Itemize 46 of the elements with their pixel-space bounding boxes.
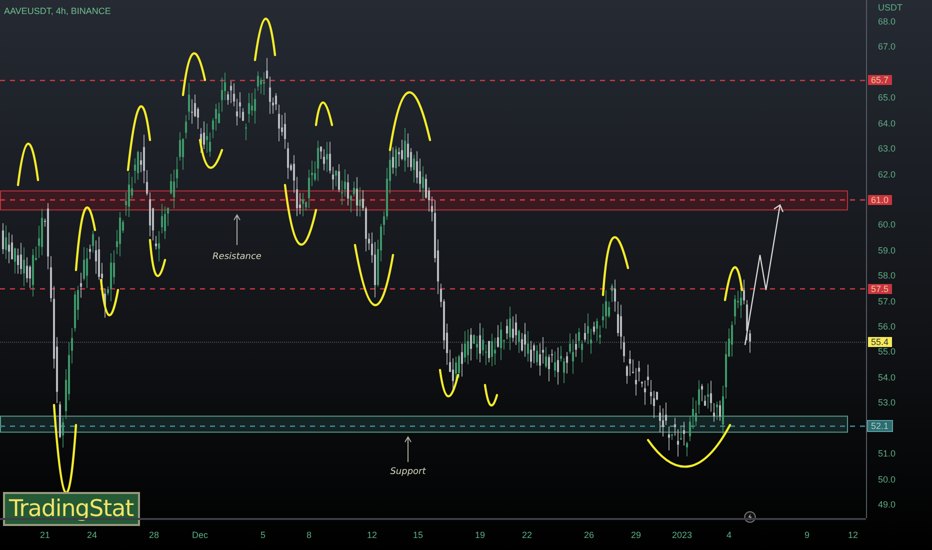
axis-unit: USDT [878,1,902,14]
time-tick: 9 [804,529,810,542]
price-tick: 49.0 [878,498,896,512]
time-tick: 2023 [672,529,692,542]
time-tick: 22 [522,529,532,542]
price-label: 52.1 [868,421,892,432]
logo-badge: TradingStat [3,492,140,526]
price-tick: 58.0 [878,269,896,282]
price-tick: 55.0 [878,346,896,359]
time-tick: Dec [192,529,208,542]
price-tick: 51.0 [878,447,896,460]
price-tick: 62.0 [878,168,896,181]
time-tick: 12 [848,529,858,542]
price-tick: 64.0 [878,116,896,130]
time-tick: 8 [306,529,312,542]
price-label: 55.4 [868,337,892,348]
price-label: 61.0 [868,194,892,205]
price-label: 65.7 [868,75,892,86]
price-tick: 54.0 [878,371,896,384]
lightning-icon[interactable] [744,511,756,523]
price-tick: 68.0 [878,15,896,28]
time-tick: 24 [87,529,97,542]
time-tick: 4 [726,529,732,542]
time-tick: 5 [260,529,266,542]
time-tick: 21 [40,529,50,542]
annotation-label: Support [390,467,426,477]
price-tick: 53.0 [878,396,896,410]
time-tick: 26 [584,529,594,542]
price-tick: 57.0 [878,294,896,308]
price-tick: 60.0 [878,218,896,232]
price-tick: 50.0 [878,472,896,486]
price-label: 57.5 [868,284,892,294]
arrow [404,436,412,462]
price-tick: 59.0 [878,244,896,258]
price-tick: 65.0 [878,92,896,104]
arrow [234,214,240,246]
time-tick: 19 [475,529,485,542]
annotation-label: Resistance [212,252,262,262]
price-tick: 56.0 [878,320,896,334]
time-tick: 15 [413,529,423,542]
price-tick: 67.0 [878,40,896,54]
time-tick: 12 [367,529,377,542]
chart-title: AAVEUSDT, 4h, BINANCE [4,5,111,18]
price-tick: 63.0 [878,142,896,156]
time-tick: 28 [149,529,159,542]
time-tick: 29 [631,529,641,542]
